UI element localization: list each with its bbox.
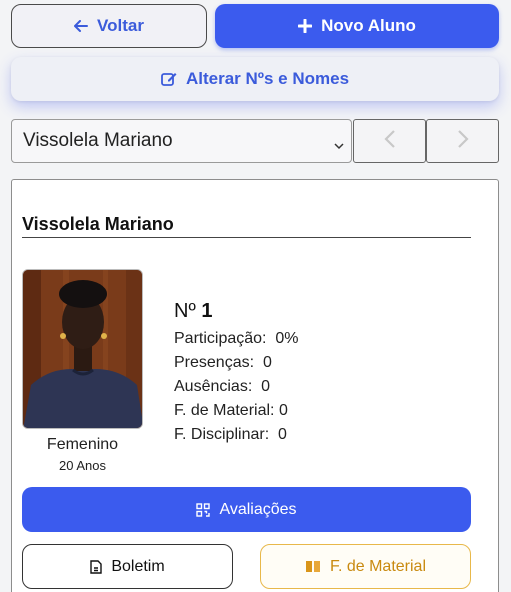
student-number: Nº 1 <box>174 300 212 323</box>
stat-label: Presenças: <box>174 354 255 371</box>
stat-presences: Presenças: 0 <box>174 354 272 372</box>
report-card-label: Boletim <box>111 557 165 575</box>
stat-label: Participação: <box>174 330 267 347</box>
stat-material-faults: F. de Material: 0 <box>174 402 288 420</box>
edit-button-label: Alterar Nºs e Nomes <box>185 69 350 88</box>
edit-icon <box>161 71 177 87</box>
student-card: Vissolela Mariano Femenino 20 Anos Nº 1 … <box>11 179 499 592</box>
new-student-button[interactable]: Novo Aluno <box>215 4 499 48</box>
report-card-button[interactable]: Boletim <box>22 544 233 589</box>
edit-numbers-names-button[interactable]: Alterar Nºs e Nomes <box>11 57 499 101</box>
back-button-label: Voltar <box>97 16 144 35</box>
material-faults-label: F. de Material <box>329 557 427 575</box>
stat-value: 0% <box>275 330 299 347</box>
new-student-label: Novo Aluno <box>321 16 416 35</box>
document-icon <box>90 559 103 574</box>
student-photo <box>22 269 143 429</box>
stat-discipline-faults: F. Disciplinar: 0 <box>174 426 287 444</box>
back-button[interactable]: Voltar <box>11 4 207 48</box>
stat-value: 0 <box>262 354 272 371</box>
student-number-prefix: Nº <box>174 300 196 322</box>
chevron-right-icon <box>456 129 470 154</box>
student-select[interactable]: Vissolela Mariano <box>11 119 352 163</box>
chevron-down-icon <box>333 135 345 157</box>
evaluations-button[interactable]: Avaliações <box>22 487 471 532</box>
stat-absences: Ausências: 0 <box>174 378 270 396</box>
student-age: 20 Anos <box>59 458 106 473</box>
divider <box>22 237 471 238</box>
stat-label: F. Disciplinar: <box>174 426 270 443</box>
evaluations-label: Avaliações <box>219 500 297 518</box>
student-number-value: 1 <box>201 300 213 322</box>
plus-icon <box>298 19 313 33</box>
stat-value: 0 <box>261 378 271 395</box>
next-student-button[interactable] <box>426 119 499 163</box>
student-select-value: Vissolela Mariano <box>23 130 173 151</box>
stat-value: 0 <box>278 426 287 443</box>
stat-value: 0 <box>278 402 288 419</box>
chevron-left-icon <box>383 129 397 154</box>
stat-label: F. de Material: <box>174 402 275 419</box>
previous-student-button[interactable] <box>353 119 426 163</box>
book-icon <box>305 560 321 573</box>
stat-participation: Participação: 0% <box>174 330 299 348</box>
stat-label: Ausências: <box>174 378 253 395</box>
qr-grid-icon <box>196 502 211 517</box>
student-name: Vissolela Mariano <box>22 214 174 234</box>
material-faults-button[interactable]: F. de Material <box>260 544 471 589</box>
arrow-left-icon <box>74 20 89 32</box>
student-gender: Femenino <box>46 436 119 453</box>
